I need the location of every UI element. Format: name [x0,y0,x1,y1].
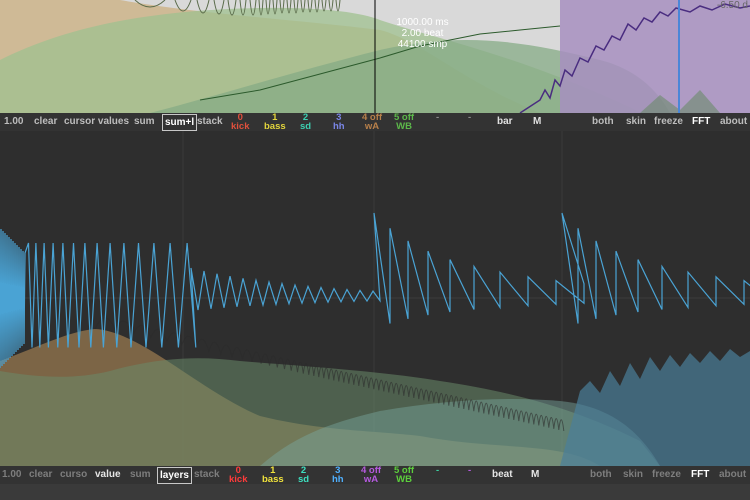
top-bar-channel-0[interactable]: 0 kick [231,113,250,132]
top-bar-button-clear[interactable]: clear [34,113,57,131]
top-plot-panel[interactable]: 1000.00 ms 2.00 beat 44100 smp -6.50 d [0,0,750,113]
top-bar-channel-2[interactable]: 2 sd [300,113,312,132]
bottom-bar-button-m[interactable]: M [531,466,539,484]
bottom-bar-channel-4[interactable]: 4 off wA [361,466,381,485]
bottom-bar-button-1-00[interactable]: 1.00 [2,466,21,484]
top-bar-button-skin[interactable]: skin [626,113,646,131]
layered-envelopes-plot[interactable] [0,0,750,113]
channel-name: wA [364,121,380,132]
bottom-toolbar: 1.00 clear curso value sum layers stack beat Mbo… [0,466,750,484]
footer-strip [0,484,750,500]
top-bar-button-cursor-values[interactable]: cursor values [64,113,129,131]
waveform-plot[interactable] [0,131,750,466]
bottom-bar-button-freeze[interactable]: freeze [652,466,681,484]
top-toolbar: 1.00 clear cursor values sum sum+l stack bar Mb… [0,113,750,132]
top-bar-button-sum-l[interactable]: sum+l [162,114,198,131]
top-bar-button-stack[interactable]: stack [197,113,223,131]
top-bar-button-fft[interactable]: FFT [692,113,710,131]
channel-name: hh [333,121,345,132]
bottom-bar-channel-1[interactable]: 1 bass [262,466,284,485]
top-bar-channel-6[interactable]: - [436,113,439,131]
bottom-bar-button-sum[interactable]: sum [130,466,151,484]
top-bar-button-1-00[interactable]: 1.00 [4,113,23,131]
cursor-beat: 2.00 beat [401,28,444,39]
bottom-bar-button-fft[interactable]: FFT [691,466,709,484]
top-bar-button-m[interactable]: M [533,113,541,131]
bottom-bar-button-stack[interactable]: stack [194,466,220,484]
bottom-bar-button-skin[interactable]: skin [623,466,643,484]
top-bar-channel-1[interactable]: 1 bass [264,113,286,132]
top-bar-channel-7[interactable]: - [468,113,471,131]
channel-name: kick [231,121,250,132]
top-bar-button-bar[interactable]: bar [497,113,513,131]
bottom-bar-button-layers[interactable]: layers [157,467,192,484]
channel-name: sd [298,474,310,485]
top-bar-channel-3[interactable]: 3 hh [333,113,345,132]
channel-name: sd [300,121,312,132]
channel-name: hh [332,474,344,485]
cursor-samples: 44100 smp [397,39,448,50]
channel-number: - [468,112,472,123]
channel-number: - [468,465,472,476]
channel-name: bass [262,474,284,485]
top-bar-button-both[interactable]: both [592,113,614,131]
channel-name: wA [363,474,379,485]
bottom-bar-channel-3[interactable]: 3 hh [332,466,344,485]
top-bar-button-sum[interactable]: sum [134,113,155,131]
bottom-bar-channel-5[interactable]: 5 off WB [394,466,414,485]
channel-name: WB [396,474,412,485]
bottom-bar-button-curso[interactable]: curso [60,466,87,484]
bottom-bar-button-about[interactable]: about [719,466,746,484]
bottom-bar-button-both[interactable]: both [590,466,612,484]
channel-number: - [436,112,440,123]
channel-name: bass [264,121,286,132]
top-right-value: -6.50 d [716,0,748,11]
top-bar-channel-5[interactable]: 5 off WB [394,113,414,132]
bottom-bar-channel-6[interactable]: - [436,466,439,484]
main-waveform-panel[interactable] [0,131,750,466]
top-bar-channel-4[interactable]: 4 off wA [362,113,382,132]
cursor-ms: 1000.00 ms [396,17,449,28]
top-bar-button-about[interactable]: about [720,113,747,131]
bottom-bar-channel-2[interactable]: 2 sd [298,466,310,485]
channel-number: - [436,465,440,476]
top-bar-button-freeze[interactable]: freeze [654,113,683,131]
hh-layer-fill [560,349,750,466]
channel-name: kick [229,474,248,485]
bottom-bar-button-clear[interactable]: clear [29,466,52,484]
bottom-bar-channel-0[interactable]: 0 kick [229,466,248,485]
bottom-bar-channel-7[interactable]: - [468,466,471,484]
cursor-readout: 1000.00 ms 2.00 beat 44100 smp [380,17,465,50]
channel-name: WB [396,121,412,132]
bottom-bar-button-beat[interactable]: beat [492,466,513,484]
fft-region [560,0,750,113]
bottom-bar-button-value[interactable]: value [95,466,121,484]
